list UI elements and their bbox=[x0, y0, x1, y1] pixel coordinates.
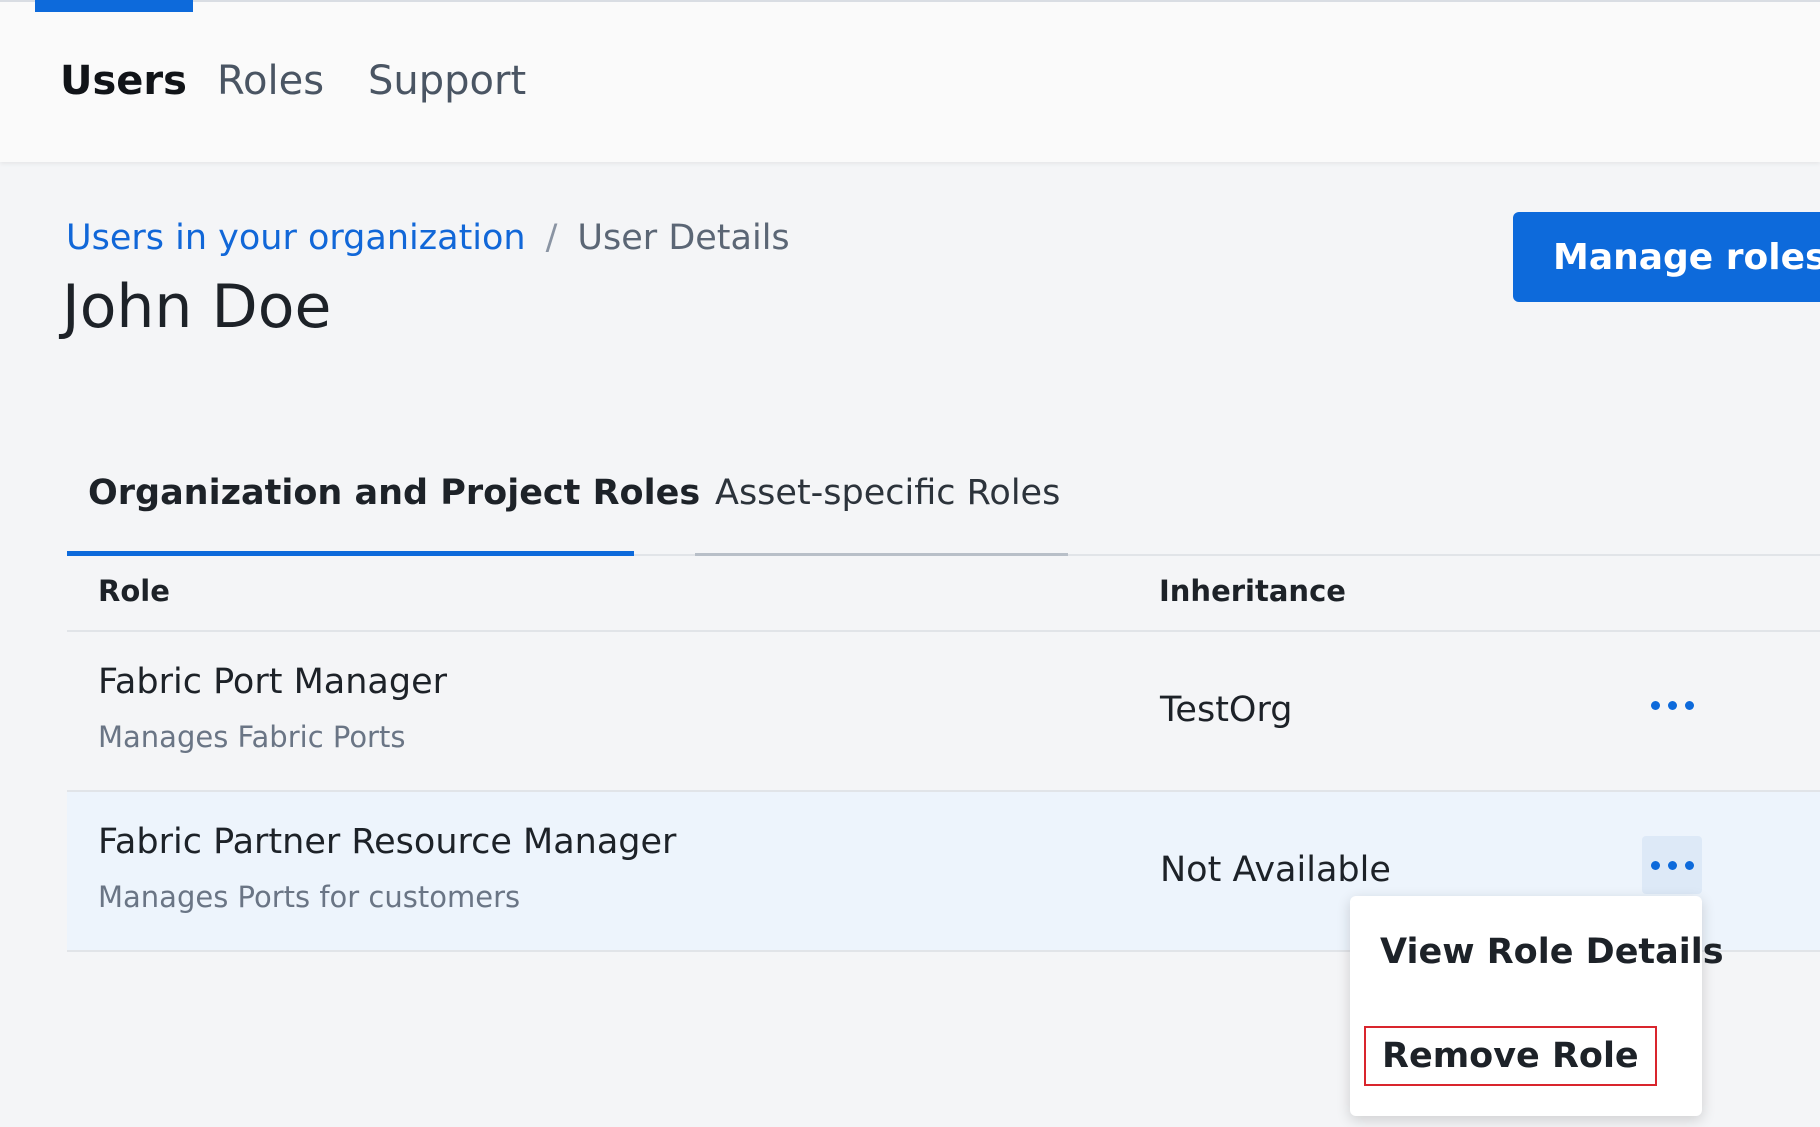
row-actions-menu: View Role Details Remove Role bbox=[1350, 896, 1724, 1116]
table-row: Fabric Port Manager Manages Fabric Ports… bbox=[67, 632, 1820, 792]
more-dots-icon bbox=[1684, 860, 1694, 870]
column-header-role: Role bbox=[98, 574, 170, 608]
more-dots-icon bbox=[1684, 700, 1694, 710]
active-nav-indicator bbox=[35, 0, 193, 12]
breadcrumb-separator: / bbox=[545, 218, 558, 258]
more-dots-icon bbox=[1667, 700, 1677, 710]
role-description: Manages Fabric Ports bbox=[98, 720, 406, 754]
menu-item-view-role-details[interactable]: View Role Details bbox=[1380, 932, 1724, 972]
column-header-inheritance: Inheritance bbox=[1159, 574, 1346, 608]
more-dots-icon bbox=[1667, 860, 1677, 870]
nav-support[interactable]: Support bbox=[368, 58, 526, 104]
top-navigation: Users Roles Support bbox=[0, 0, 1820, 162]
breadcrumb-current: User Details bbox=[577, 218, 790, 258]
nav-roles[interactable]: Roles bbox=[217, 58, 324, 104]
role-inheritance: TestOrg bbox=[1160, 690, 1293, 730]
roles-table: Role Inheritance Fabric Port Manager Man… bbox=[67, 556, 1820, 952]
role-name: Fabric Port Manager bbox=[98, 662, 447, 702]
more-dots-icon bbox=[1650, 860, 1660, 870]
table-header: Role Inheritance bbox=[67, 556, 1820, 632]
breadcrumb: Users in your organization / User Details bbox=[66, 218, 790, 258]
manage-roles-button[interactable]: Manage roles bbox=[1513, 212, 1820, 302]
more-dots-icon bbox=[1650, 700, 1660, 710]
tab-organization-project-roles[interactable]: Organization and Project Roles bbox=[67, 460, 700, 556]
role-tabs: Organization and Project Roles Asset-spe… bbox=[67, 460, 1820, 556]
breadcrumb-users-link[interactable]: Users in your organization bbox=[66, 218, 526, 258]
row-actions-button[interactable] bbox=[1642, 676, 1702, 734]
role-name: Fabric Partner Resource Manager bbox=[98, 822, 677, 862]
menu-item-remove-role[interactable]: Remove Role bbox=[1364, 1026, 1657, 1086]
tab-asset-specific-roles[interactable]: Asset-specific Roles bbox=[695, 460, 1068, 556]
role-inheritance: Not Available bbox=[1160, 850, 1391, 890]
page-title: John Doe bbox=[62, 272, 332, 342]
nav-users[interactable]: Users bbox=[60, 58, 187, 104]
role-description: Manages Ports for customers bbox=[98, 880, 521, 914]
row-actions-button[interactable] bbox=[1642, 836, 1702, 894]
